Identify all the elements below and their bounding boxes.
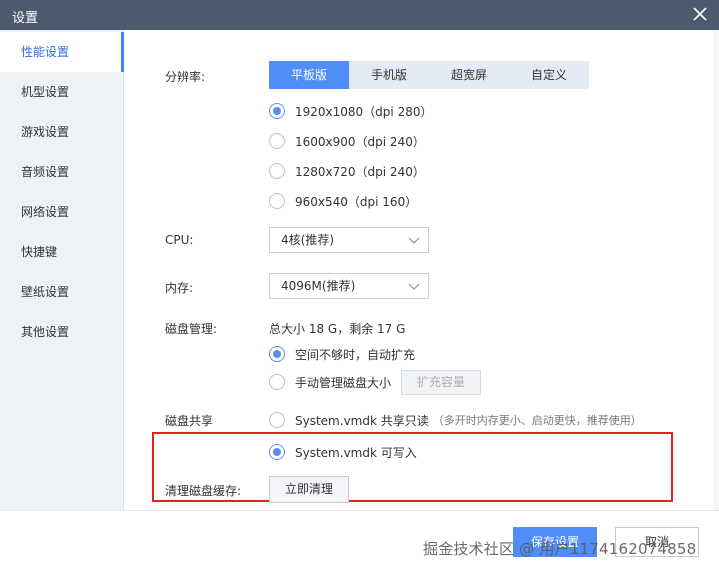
sidebar-item-other[interactable]: 其他设置 — [0, 312, 124, 352]
sidebar-item-shortcuts[interactable]: 快捷键 — [0, 232, 124, 272]
disk-share-option-writable[interactable]: System.vmdk 可写入 — [269, 442, 417, 462]
disk-share-option-readonly[interactable]: System.vmdk 共享只读 （多开时内存更小、启动更快，推荐使用） — [269, 410, 642, 430]
sidebar-item-label: 游戏设置 — [21, 125, 70, 139]
sidebar-item-label: 音频设置 — [21, 165, 70, 179]
radio-selected-icon — [269, 346, 285, 362]
option-label: 空间不够时，自动扩充 — [295, 347, 416, 362]
title-bar: 设置 — [0, 0, 719, 30]
sidebar-item-label: 其他设置 — [21, 325, 70, 339]
radio-icon — [269, 374, 285, 390]
memory-label: 内存: — [165, 281, 194, 295]
resolution-option-1600[interactable]: 1600x900（dpi 240） — [269, 131, 425, 151]
option-hint: （多开时内存更小、启动更快，推荐使用） — [432, 414, 642, 427]
tab-custom[interactable]: 自定义 — [509, 61, 589, 89]
resolution-tabs: 平板版 手机版 超宽屏 自定义 — [269, 61, 589, 89]
option-label: 手动管理磁盘大小 — [295, 375, 392, 390]
resolution-label: 分辨率: — [165, 70, 206, 84]
settings-window: 性能设置 机型设置 游戏设置 音频设置 网络设置 快捷键 壁纸设置 其他设置 分… — [0, 30, 719, 573]
sidebar-item-performance[interactable]: 性能设置 — [0, 32, 124, 72]
close-icon[interactable] — [691, 5, 709, 23]
option-label: 1600x900（dpi 240） — [295, 134, 425, 149]
chevron-down-icon — [408, 283, 420, 290]
option-label: 1920x1080（dpi 280） — [295, 104, 433, 119]
memory-select[interactable]: 4096M(推荐) — [269, 273, 429, 299]
option-label: 960x540（dpi 160） — [295, 194, 418, 209]
option-label: System.vmdk 共享只读 — [295, 413, 429, 428]
watermark: 掘金技术社区 @ 用户1174162074858 — [423, 540, 697, 558]
sidebar-item-label: 壁纸设置 — [21, 285, 70, 299]
clear-cache-button[interactable]: 立即清理 — [269, 476, 349, 503]
radio-selected-icon — [269, 444, 285, 460]
radio-icon — [269, 163, 285, 179]
resolution-option-1280[interactable]: 1280x720（dpi 240） — [269, 161, 425, 181]
radio-icon — [269, 133, 285, 149]
tab-ultrawide[interactable]: 超宽屏 — [429, 61, 509, 89]
memory-value: 4096M(推荐) — [281, 279, 356, 293]
scrollbar-track[interactable] — [713, 30, 719, 510]
window-title: 设置 — [12, 11, 39, 26]
option-label: System.vmdk 可写入 — [295, 445, 417, 460]
sidebar-item-label: 性能设置 — [21, 45, 70, 59]
sidebar-item-label: 网络设置 — [21, 205, 70, 219]
tab-phone[interactable]: 手机版 — [349, 61, 429, 89]
disk-option-manual[interactable]: 手动管理磁盘大小 — [269, 372, 391, 392]
radio-icon — [269, 412, 285, 428]
disk-share-label: 磁盘共享 — [165, 414, 214, 428]
tab-tablet[interactable]: 平板版 — [269, 61, 349, 89]
cpu-select[interactable]: 4核(推荐) — [269, 227, 429, 253]
cache-label: 清理磁盘缓存: — [165, 484, 242, 498]
chevron-down-icon — [408, 237, 420, 244]
disk-summary: 总大小 18 G，剩余 17 G — [269, 322, 406, 336]
sidebar-item-game[interactable]: 游戏设置 — [0, 112, 124, 152]
sidebar-item-label: 机型设置 — [21, 85, 70, 99]
radio-selected-icon — [269, 103, 285, 119]
sidebar-item-label: 快捷键 — [21, 245, 58, 259]
resolution-option-960[interactable]: 960x540（dpi 160） — [269, 191, 417, 211]
sidebar-item-model[interactable]: 机型设置 — [0, 72, 124, 112]
cpu-value: 4核(推荐) — [281, 233, 334, 247]
sidebar-item-network[interactable]: 网络设置 — [0, 192, 124, 232]
cpu-label: CPU: — [165, 233, 194, 247]
sidebar-item-audio[interactable]: 音频设置 — [0, 152, 124, 192]
expand-capacity-button[interactable]: 扩充容量 — [401, 370, 481, 395]
sidebar-item-wallpaper[interactable]: 壁纸设置 — [0, 272, 124, 312]
disk-option-auto[interactable]: 空间不够时，自动扩充 — [269, 344, 415, 364]
radio-icon — [269, 193, 285, 209]
sidebar: 性能设置 机型设置 游戏设置 音频设置 网络设置 快捷键 壁纸设置 其他设置 — [0, 30, 124, 510]
disk-label: 磁盘管理: — [165, 322, 218, 336]
resolution-option-1920[interactable]: 1920x1080（dpi 280） — [269, 101, 432, 121]
option-label: 1280x720（dpi 240） — [295, 164, 425, 179]
